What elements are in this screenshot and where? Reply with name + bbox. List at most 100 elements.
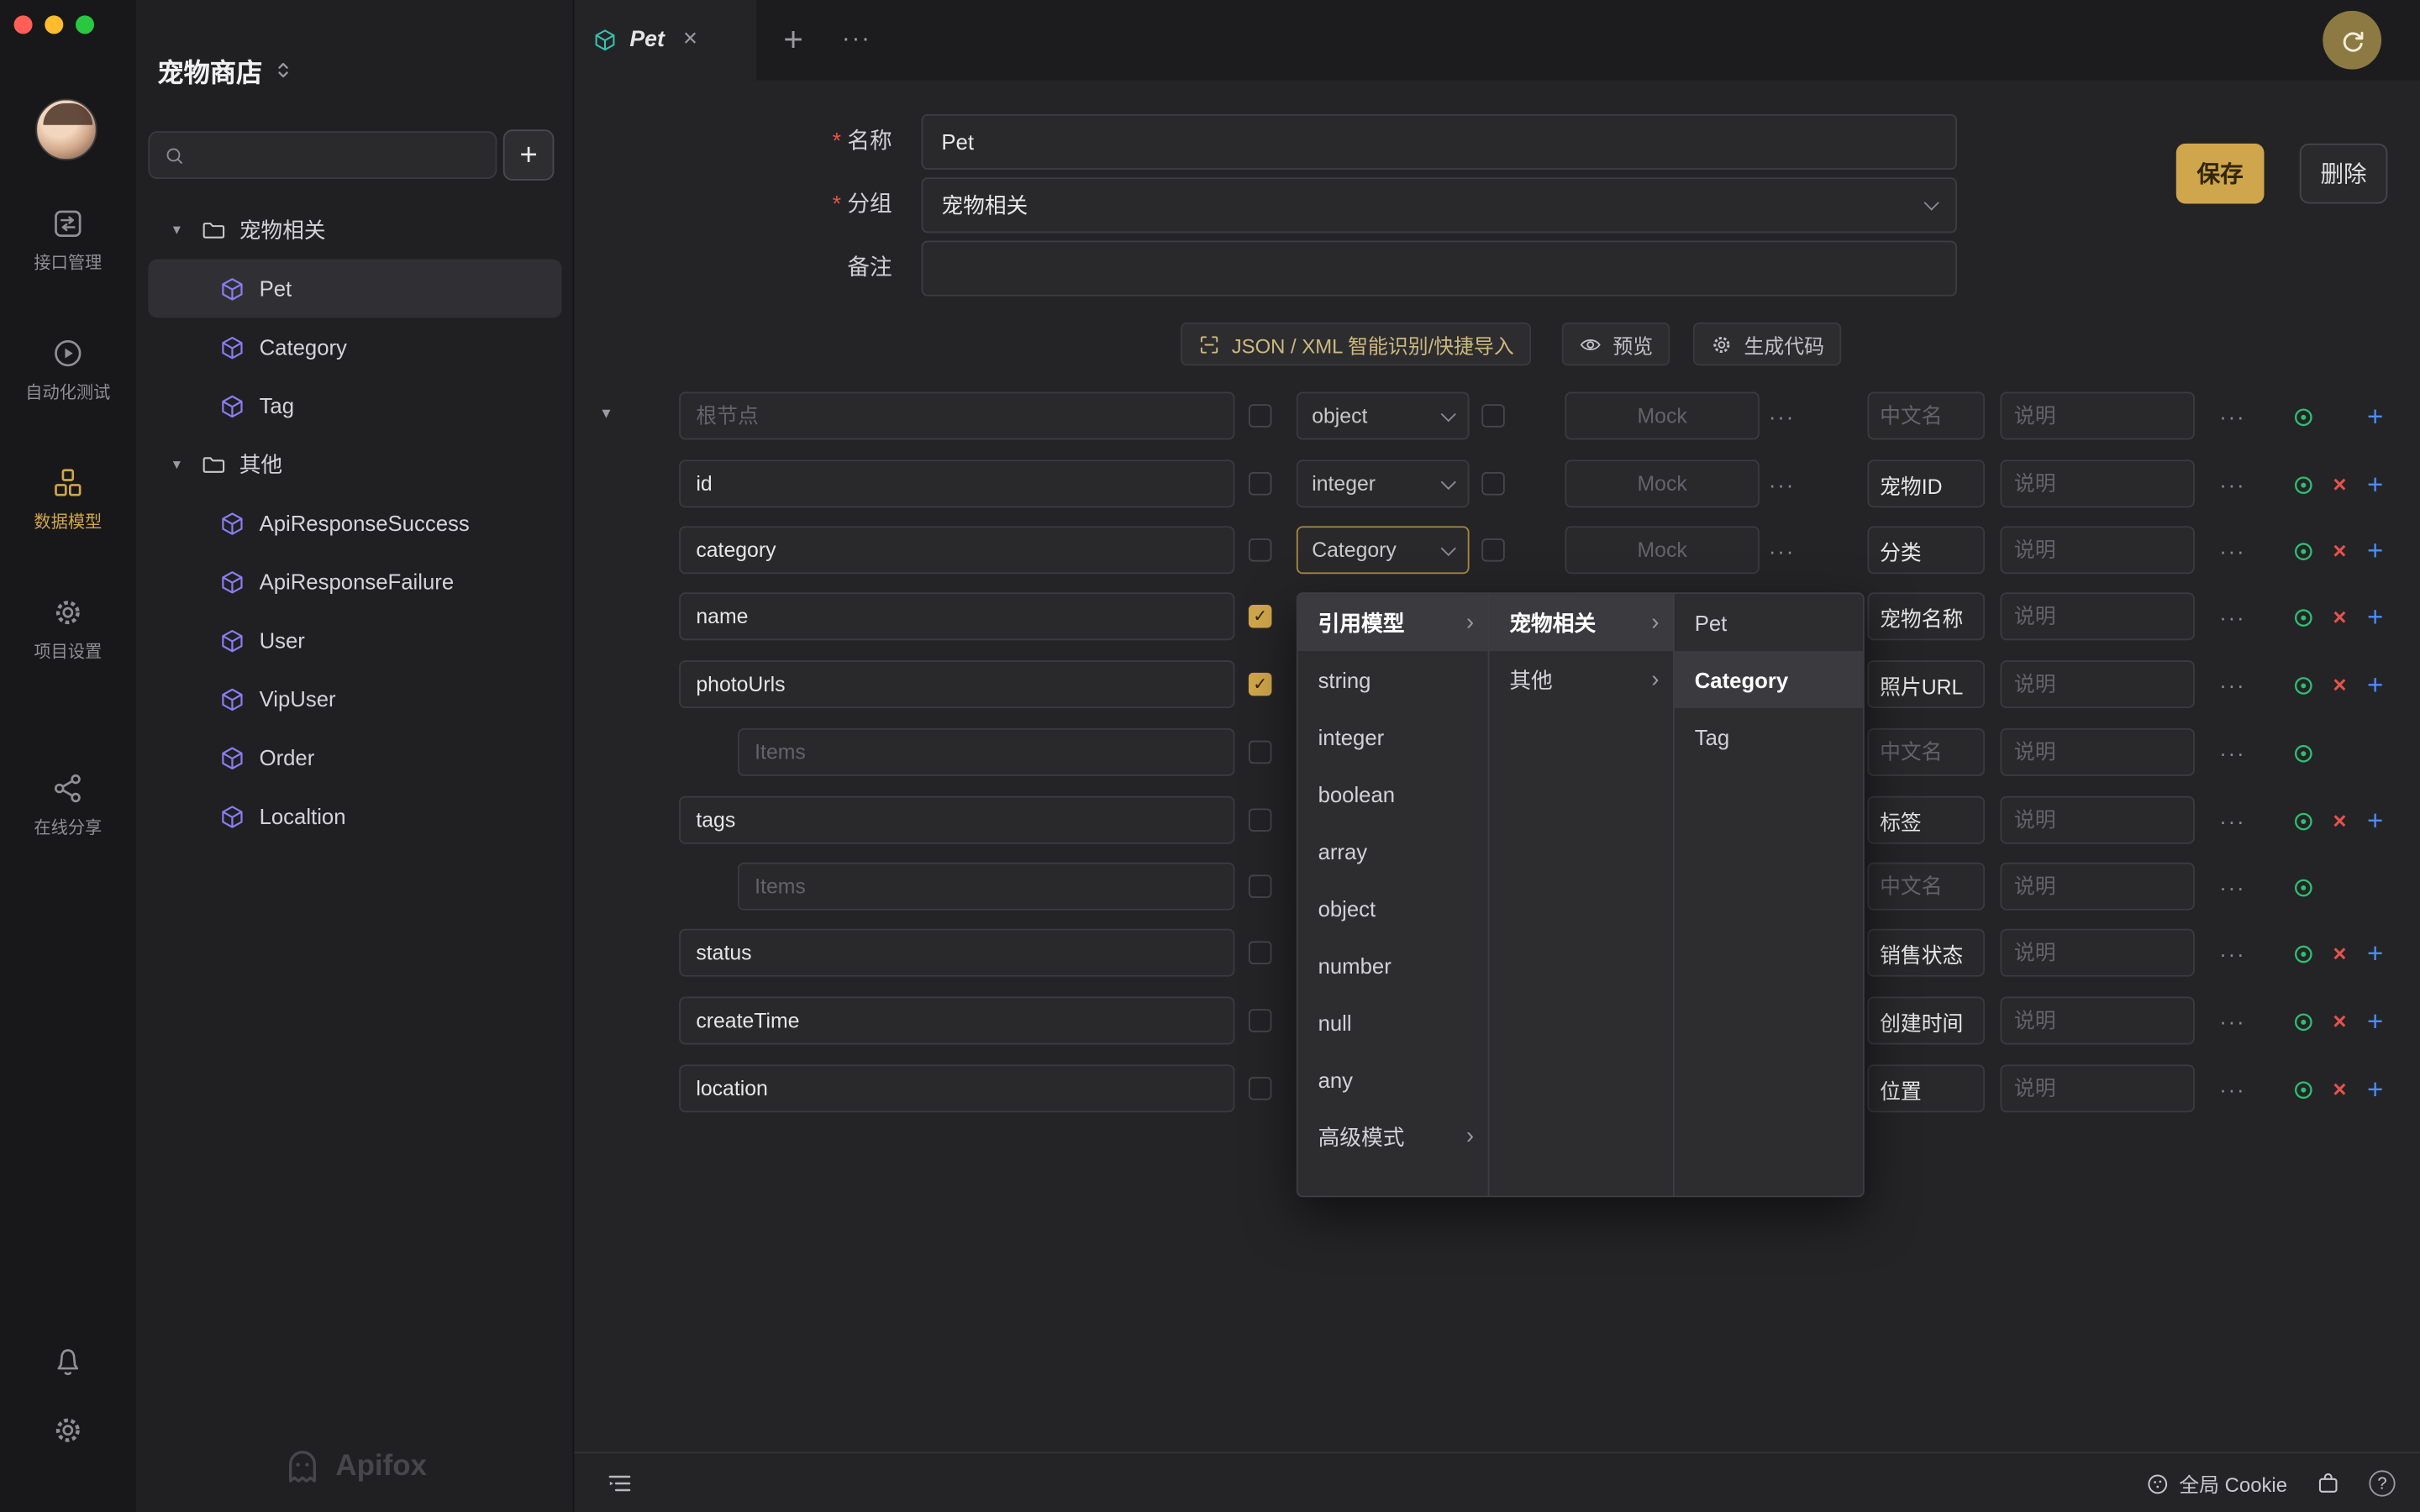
expand-caret-icon[interactable]: ▾ [602, 406, 610, 423]
add-model-button[interactable]: + [503, 129, 555, 181]
cn-name-input[interactable] [1867, 728, 1985, 776]
add-field-icon[interactable]: + [2361, 671, 2389, 699]
mock-input[interactable] [1565, 526, 1759, 574]
advanced-mock-icon[interactable] [2289, 874, 2317, 901]
delete-field-icon[interactable]: × [2326, 671, 2354, 699]
generate-code-button[interactable]: 生成代码 [1693, 323, 1841, 365]
avatar[interactable] [35, 99, 97, 160]
advanced-mock-icon[interactable] [2289, 671, 2317, 699]
description-input[interactable] [2000, 592, 2194, 640]
required-checkbox-checked[interactable]: ✓ [1249, 673, 1272, 696]
type-select[interactable]: integer [1297, 459, 1470, 507]
save-button[interactable]: 保存 [2176, 144, 2265, 204]
nullable-checkbox[interactable] [1481, 472, 1505, 496]
required-checkbox[interactable] [1249, 941, 1272, 964]
sidebar-item-automated-testing[interactable]: 自动化测试 [0, 336, 136, 404]
menu-item-boolean[interactable]: boolean [1298, 765, 1488, 822]
row-more-button[interactable]: ··· [2219, 863, 2245, 911]
required-checkbox[interactable] [1249, 874, 1272, 898]
outline-icon[interactable] [605, 1469, 634, 1499]
field-name-input[interactable] [679, 660, 1234, 708]
type-select[interactable]: object [1297, 392, 1470, 440]
required-checkbox[interactable] [1249, 538, 1272, 562]
briefcase-button[interactable] [2315, 1470, 2341, 1496]
tree-item-pet[interactable]: Pet [148, 260, 561, 318]
add-field-icon[interactable]: + [2361, 402, 2389, 430]
description-input[interactable] [2000, 660, 2194, 708]
field-name-input[interactable] [679, 1064, 1234, 1112]
delete-field-icon[interactable]: × [2326, 603, 2354, 631]
tree-item-vipuser[interactable]: VipUser [148, 669, 561, 728]
description-input[interactable] [2000, 796, 2194, 844]
required-checkbox-checked[interactable]: ✓ [1249, 605, 1272, 628]
menu-item-any[interactable]: any [1298, 1051, 1488, 1108]
sync-button[interactable] [2323, 11, 2381, 70]
advanced-mock-icon[interactable] [2289, 940, 2317, 968]
tree-folder-others[interactable]: ▾ 其他 [148, 435, 561, 494]
mock-input[interactable] [1565, 392, 1759, 440]
row-more-button[interactable]: ··· [2219, 592, 2245, 640]
delete-field-icon[interactable]: × [2326, 1075, 2354, 1103]
field-name-input[interactable] [679, 592, 1234, 640]
menu-item-object[interactable]: object [1298, 879, 1488, 937]
mock-more-button[interactable]: ··· [1769, 526, 1795, 574]
menu-item-group-others[interactable]: 其他 › [1489, 651, 1673, 708]
advanced-mock-icon[interactable] [2289, 1075, 2317, 1103]
smart-import-button[interactable]: JSON / XML 智能识别/快捷导入 [1181, 323, 1531, 365]
advanced-mock-icon[interactable] [2289, 1007, 2317, 1035]
required-checkbox[interactable] [1249, 1009, 1272, 1032]
model-name-input[interactable] [922, 114, 1957, 170]
field-name-input[interactable] [679, 997, 1234, 1045]
nullable-checkbox[interactable] [1481, 404, 1505, 428]
add-field-icon[interactable]: + [2361, 537, 2389, 564]
cn-name-input[interactable] [1867, 660, 1985, 708]
menu-item-model-category[interactable]: Category [1675, 651, 1863, 708]
tree-item-apiresponsefailure[interactable]: ApiResponseFailure [148, 553, 561, 612]
cn-name-input[interactable] [1867, 459, 1985, 507]
minimize-window-button[interactable] [45, 15, 63, 34]
mock-input[interactable] [1565, 459, 1759, 507]
add-field-icon[interactable]: + [2361, 1007, 2389, 1035]
add-field-icon[interactable]: + [2361, 470, 2389, 498]
tree-item-category[interactable]: Category [148, 318, 561, 376]
tree-item-apiresponsesuccess[interactable]: ApiResponseSuccess [148, 494, 561, 553]
close-window-button[interactable] [14, 15, 33, 34]
row-more-button[interactable]: ··· [2219, 728, 2245, 776]
row-more-button[interactable]: ··· [2219, 526, 2245, 574]
menu-item-group-pets[interactable]: 宠物相关 › [1489, 594, 1673, 651]
row-more-button[interactable]: ··· [2219, 459, 2245, 507]
description-input[interactable] [2000, 1064, 2194, 1112]
description-input[interactable] [2000, 392, 2194, 440]
delete-field-icon[interactable]: × [2326, 940, 2354, 968]
cn-name-input[interactable] [1867, 1064, 1985, 1112]
gear-icon[interactable] [51, 1413, 85, 1446]
field-name-input[interactable] [679, 526, 1234, 574]
field-name-input[interactable] [679, 392, 1234, 440]
add-field-icon[interactable]: + [2361, 603, 2389, 631]
description-input[interactable] [2000, 997, 2194, 1045]
cn-name-input[interactable] [1867, 392, 1985, 440]
sidebar-item-online-share[interactable]: 在线分享 [0, 771, 136, 839]
menu-item-number[interactable]: number [1298, 937, 1488, 994]
sidebar-item-data-models[interactable]: 数据模型 [0, 466, 136, 534]
close-tab-icon[interactable]: × [683, 28, 697, 52]
description-input[interactable] [2000, 459, 2194, 507]
cn-name-input[interactable] [1867, 929, 1985, 977]
cn-name-input[interactable] [1867, 592, 1985, 640]
cn-name-input[interactable] [1867, 796, 1985, 844]
advanced-mock-icon[interactable] [2289, 402, 2317, 430]
help-button[interactable]: ? [2369, 1470, 2395, 1496]
search-input[interactable] [194, 144, 481, 167]
menu-item-null[interactable]: null [1298, 994, 1488, 1051]
tree-item-tag[interactable]: Tag [148, 376, 561, 435]
type-select-open[interactable]: Category [1297, 526, 1470, 574]
advanced-mock-icon[interactable] [2289, 470, 2317, 498]
add-field-icon[interactable]: + [2361, 940, 2389, 968]
zoom-window-button[interactable] [76, 15, 94, 34]
tab-pet[interactable]: Pet × [574, 0, 756, 81]
advanced-mock-icon[interactable] [2289, 739, 2317, 767]
tree-item-localtion[interactable]: Localtion [148, 787, 561, 846]
tree-item-order[interactable]: Order [148, 728, 561, 787]
sidebar-item-api-management[interactable]: 接口管理 [0, 207, 136, 275]
menu-item-advanced-mode[interactable]: 高级模式 › [1298, 1108, 1488, 1165]
